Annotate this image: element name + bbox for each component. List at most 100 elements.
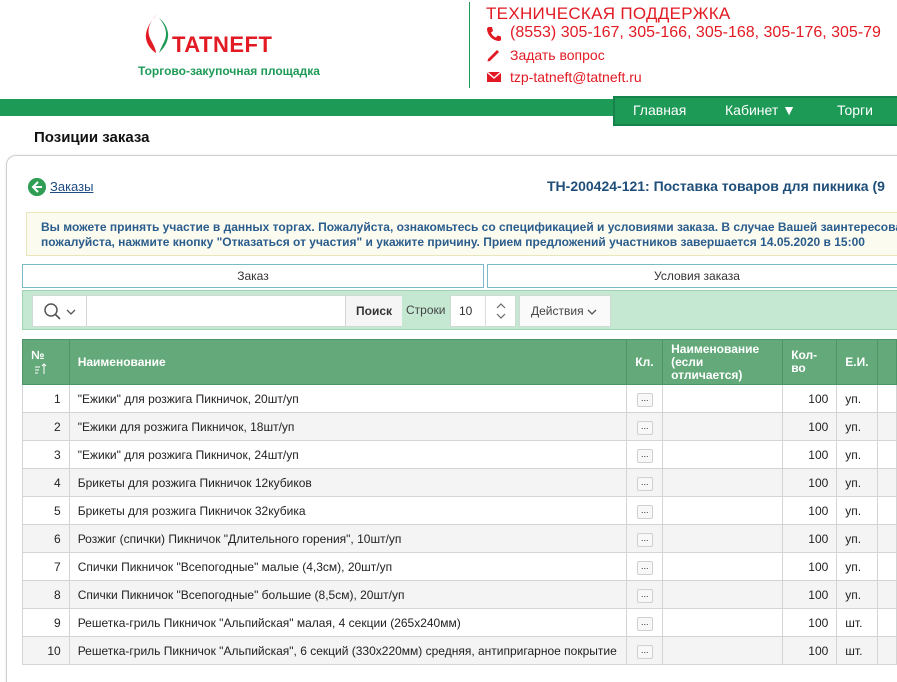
cell-cl: ...: [626, 468, 664, 497]
more-options-button[interactable]: ...: [636, 589, 653, 603]
search-button[interactable]: Поиск: [345, 296, 402, 326]
phone-icon: [487, 27, 501, 41]
table-row[interactable]: 5 Брикеты для розжига Пикничок 32кубика..…: [22, 496, 897, 525]
support-title: ТЕХНИЧЕСКАЯ ПОДДЕРЖКА: [486, 4, 731, 23]
cell-unit: уп.: [836, 440, 878, 469]
cell-cl: ...: [626, 552, 664, 581]
table-row[interactable]: 3 "Ежики" для розжига Пикничок, 24шт/уп..…: [22, 440, 897, 469]
cell-alt-name: [662, 636, 784, 665]
more-options-button[interactable]: ...: [636, 533, 653, 547]
more-options-button[interactable]: ...: [636, 617, 653, 631]
col-header-alt-name[interactable]: Наименование (если отличается): [662, 339, 784, 385]
cell-unit: уп.: [836, 552, 878, 581]
cell-unit: уп.: [836, 384, 878, 413]
more-options-button[interactable]: ...: [636, 505, 653, 519]
envelope-icon: [486, 71, 502, 82]
cell-extra: [876, 468, 897, 497]
ask-question-link[interactable]: Задать вопрос: [510, 47, 605, 63]
rows-label: Строки: [406, 303, 446, 317]
brand-subtitle: Торгово-закупочная площадка: [138, 64, 320, 78]
table-row[interactable]: 4 Брикеты для розжига Пикничок 12кубиков.…: [22, 468, 897, 497]
col-header-unit[interactable]: Е.И.: [836, 339, 878, 385]
table-row[interactable]: 6 Розжиг (спички) Пикничок "Длительного г…: [22, 524, 897, 553]
cell-num: 3: [22, 440, 70, 469]
cell-num: 2: [22, 412, 70, 441]
tab-terms[interactable]: Условия заказа: [487, 264, 897, 288]
actions-dropdown[interactable]: Действия: [519, 295, 611, 327]
cell-qty: 100: [782, 384, 838, 413]
cell-alt-name: [662, 580, 784, 609]
col-header-extra: [876, 339, 897, 385]
more-options-button[interactable]: ...: [636, 449, 653, 463]
cell-cl: ...: [626, 580, 664, 609]
col-header-num[interactable]: №: [22, 339, 70, 385]
nav-home[interactable]: Главная: [633, 102, 686, 118]
sort-asc-icon: [35, 362, 47, 374]
cell-alt-name: [662, 440, 784, 469]
col-header-cl[interactable]: Кл.: [626, 339, 664, 385]
notice-line-2: пожалуйста, нажмите кнопку "Отказаться о…: [41, 235, 865, 249]
order-title: ТН-200424-121: Поставка товаров для пикн…: [547, 178, 885, 194]
cell-num: 10: [22, 636, 70, 665]
cell-unit: шт.: [836, 636, 878, 665]
cell-alt-name: [662, 384, 784, 413]
more-options-button[interactable]: ...: [636, 561, 653, 575]
table-row[interactable]: 8 Спички Пикничок "Всепогодные" большие (…: [22, 580, 897, 609]
table-row[interactable]: 1 "Ежики" для розжига Пикничок, 20шт/уп..…: [22, 384, 897, 413]
table-row[interactable]: 10 Решетка-гриль Пикничок "Альпийская", 6…: [22, 636, 897, 665]
cell-name: Решетка-гриль Пикничок "Альпийская" мала…: [68, 608, 628, 637]
chevron-down-icon: [66, 309, 76, 315]
col-header-name[interactable]: Наименование: [68, 339, 628, 385]
support-block: ТЕХНИЧЕСКАЯ ПОДДЕРЖКА: [486, 4, 731, 24]
cell-num: 5: [22, 496, 70, 525]
more-options-button[interactable]: ...: [636, 421, 653, 435]
search-field-dropdown[interactable]: [33, 296, 87, 326]
cell-num: 1: [22, 384, 70, 413]
col-header-qty[interactable]: Кол-во: [782, 339, 838, 385]
table-header-row: № Наименование Кл. Наименование (если от…: [22, 339, 897, 385]
search-icon: [44, 303, 61, 320]
more-options-button[interactable]: ...: [636, 393, 653, 407]
back-arrow-icon: [28, 178, 46, 196]
table-row[interactable]: 9 Решетка-гриль Пикничок "Альпийская" мал…: [22, 608, 897, 637]
cell-cl: ...: [626, 608, 664, 637]
pencil-icon: [487, 50, 499, 62]
cell-num: 8: [22, 580, 70, 609]
support-email-link[interactable]: tzp-tatneft@tatneft.ru: [510, 69, 642, 85]
main-nav: Главная Кабинет ▼ Торги: [613, 96, 897, 126]
cell-cl: ...: [626, 440, 664, 469]
cell-extra: [876, 552, 897, 581]
rows-per-page[interactable]: 10: [450, 295, 516, 327]
support-phone: (8553) 305-167, 305-166, 305-168, 305-17…: [510, 24, 881, 41]
tab-order[interactable]: Заказ: [22, 264, 484, 288]
search-input[interactable]: [88, 296, 344, 326]
cell-name: Розжиг (спички) Пикничок "Длительного го…: [68, 524, 628, 553]
cell-name: Брикеты для розжига Пикничок 12кубиков: [68, 468, 628, 497]
cell-qty: 100: [782, 608, 838, 637]
back-link-label[interactable]: Заказы: [50, 179, 93, 194]
cell-num: 6: [22, 524, 70, 553]
cell-extra: [876, 384, 897, 413]
nav-cabinet[interactable]: Кабинет ▼: [725, 102, 796, 118]
cell-extra: [876, 440, 897, 469]
cell-cl: ...: [626, 524, 664, 553]
rows-spinner[interactable]: [485, 296, 515, 326]
site-header: TATNEFT Торгово-закупочная площадка ТЕХН…: [0, 0, 897, 100]
nav-trades[interactable]: Торги: [837, 102, 873, 118]
cell-extra: [876, 636, 897, 665]
tatneft-logo[interactable]: TATNEFT Торгово-закупочная площадка: [138, 10, 320, 80]
more-options-button[interactable]: ...: [636, 477, 653, 491]
cell-alt-name: [662, 412, 784, 441]
table-row[interactable]: 7 Спички Пикничок "Всепогодные" малые (4,…: [22, 552, 897, 581]
cell-extra: [876, 580, 897, 609]
cell-name: Решетка-гриль Пикничок "Альпийская", 6 с…: [68, 636, 628, 665]
cell-qty: 100: [782, 580, 838, 609]
table-row[interactable]: 2 "Ежики для розжига Пикничок, 18шт/уп...…: [22, 412, 897, 441]
col-header-num-label: №: [31, 347, 45, 362]
cell-unit: уп.: [836, 524, 878, 553]
cell-cl: ...: [626, 636, 664, 665]
chevron-down-icon: [587, 309, 597, 315]
more-options-button[interactable]: ...: [636, 645, 653, 659]
cell-num: 9: [22, 608, 70, 637]
cell-num: 4: [22, 468, 70, 497]
